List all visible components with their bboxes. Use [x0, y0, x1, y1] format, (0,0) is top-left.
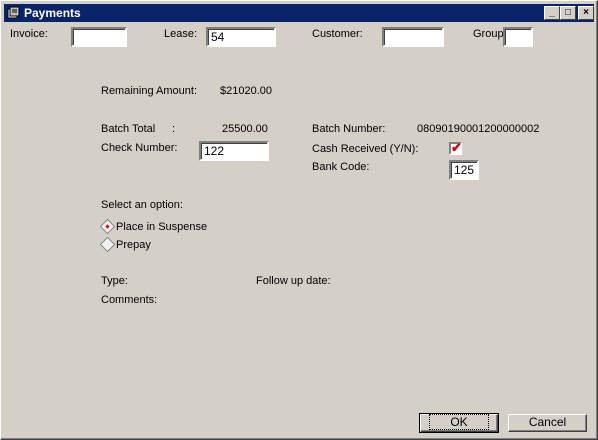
lease-input[interactable] — [206, 27, 276, 47]
batch-number-label: Batch Number: — [312, 123, 386, 135]
lease-label: Lease: — [164, 28, 198, 40]
maximize-button[interactable]: □ — [560, 6, 576, 20]
customer-label: Customer: — [312, 28, 363, 40]
ok-button[interactable]: OK — [419, 413, 499, 433]
group-input[interactable] — [503, 27, 533, 47]
suspense-radio[interactable] — [99, 218, 116, 235]
title-bar[interactable]: Payments _ □ × — [4, 4, 594, 22]
batch-total-label: Batch Total — [101, 123, 156, 135]
prepay-option-label[interactable]: Prepay — [116, 239, 151, 251]
remaining-amount-value: $21020.00 — [220, 85, 272, 97]
batch-total-colon: : — [172, 123, 176, 135]
invoice-label: Invoice: — [10, 28, 48, 40]
close-button[interactable]: × — [578, 6, 594, 20]
batch-number-value: 08090190001200000002 — [417, 123, 540, 135]
cancel-button[interactable]: Cancel — [508, 414, 587, 432]
app-icon — [7, 6, 20, 19]
ok-button-label: OK — [429, 414, 489, 430]
payments-window: Payments _ □ × Invoice: Lease: Customer:… — [0, 0, 598, 440]
group-label: Group — [473, 28, 504, 40]
invoice-input[interactable] — [71, 27, 127, 47]
batch-total-value: 25500.00 — [222, 123, 268, 135]
window-title: Payments — [24, 6, 81, 20]
prepay-radio[interactable] — [99, 236, 116, 253]
cancel-button-label: Cancel — [528, 415, 567, 429]
option-prompt: Select an option: — [101, 199, 183, 211]
checkmark-icon: ✔ — [451, 140, 462, 155]
remaining-amount-label: Remaining Amount: — [101, 85, 197, 97]
comments-label: Comments: — [101, 294, 158, 306]
follow-up-date-label: Follow up date: — [256, 275, 331, 287]
check-number-label: Check Number: — [101, 142, 178, 154]
minimize-button[interactable]: _ — [544, 6, 560, 20]
customer-input[interactable] — [382, 27, 444, 47]
suspense-option-label[interactable]: Place in Suspense — [116, 221, 207, 233]
cash-received-label: Cash Received (Y/N): — [312, 143, 419, 155]
type-label: Type: — [101, 275, 128, 287]
check-number-input[interactable] — [199, 141, 269, 161]
bank-code-label: Bank Code: — [312, 161, 370, 173]
cash-received-checkbox[interactable]: ✔ — [449, 140, 462, 155]
bank-code-input[interactable] — [449, 160, 479, 180]
